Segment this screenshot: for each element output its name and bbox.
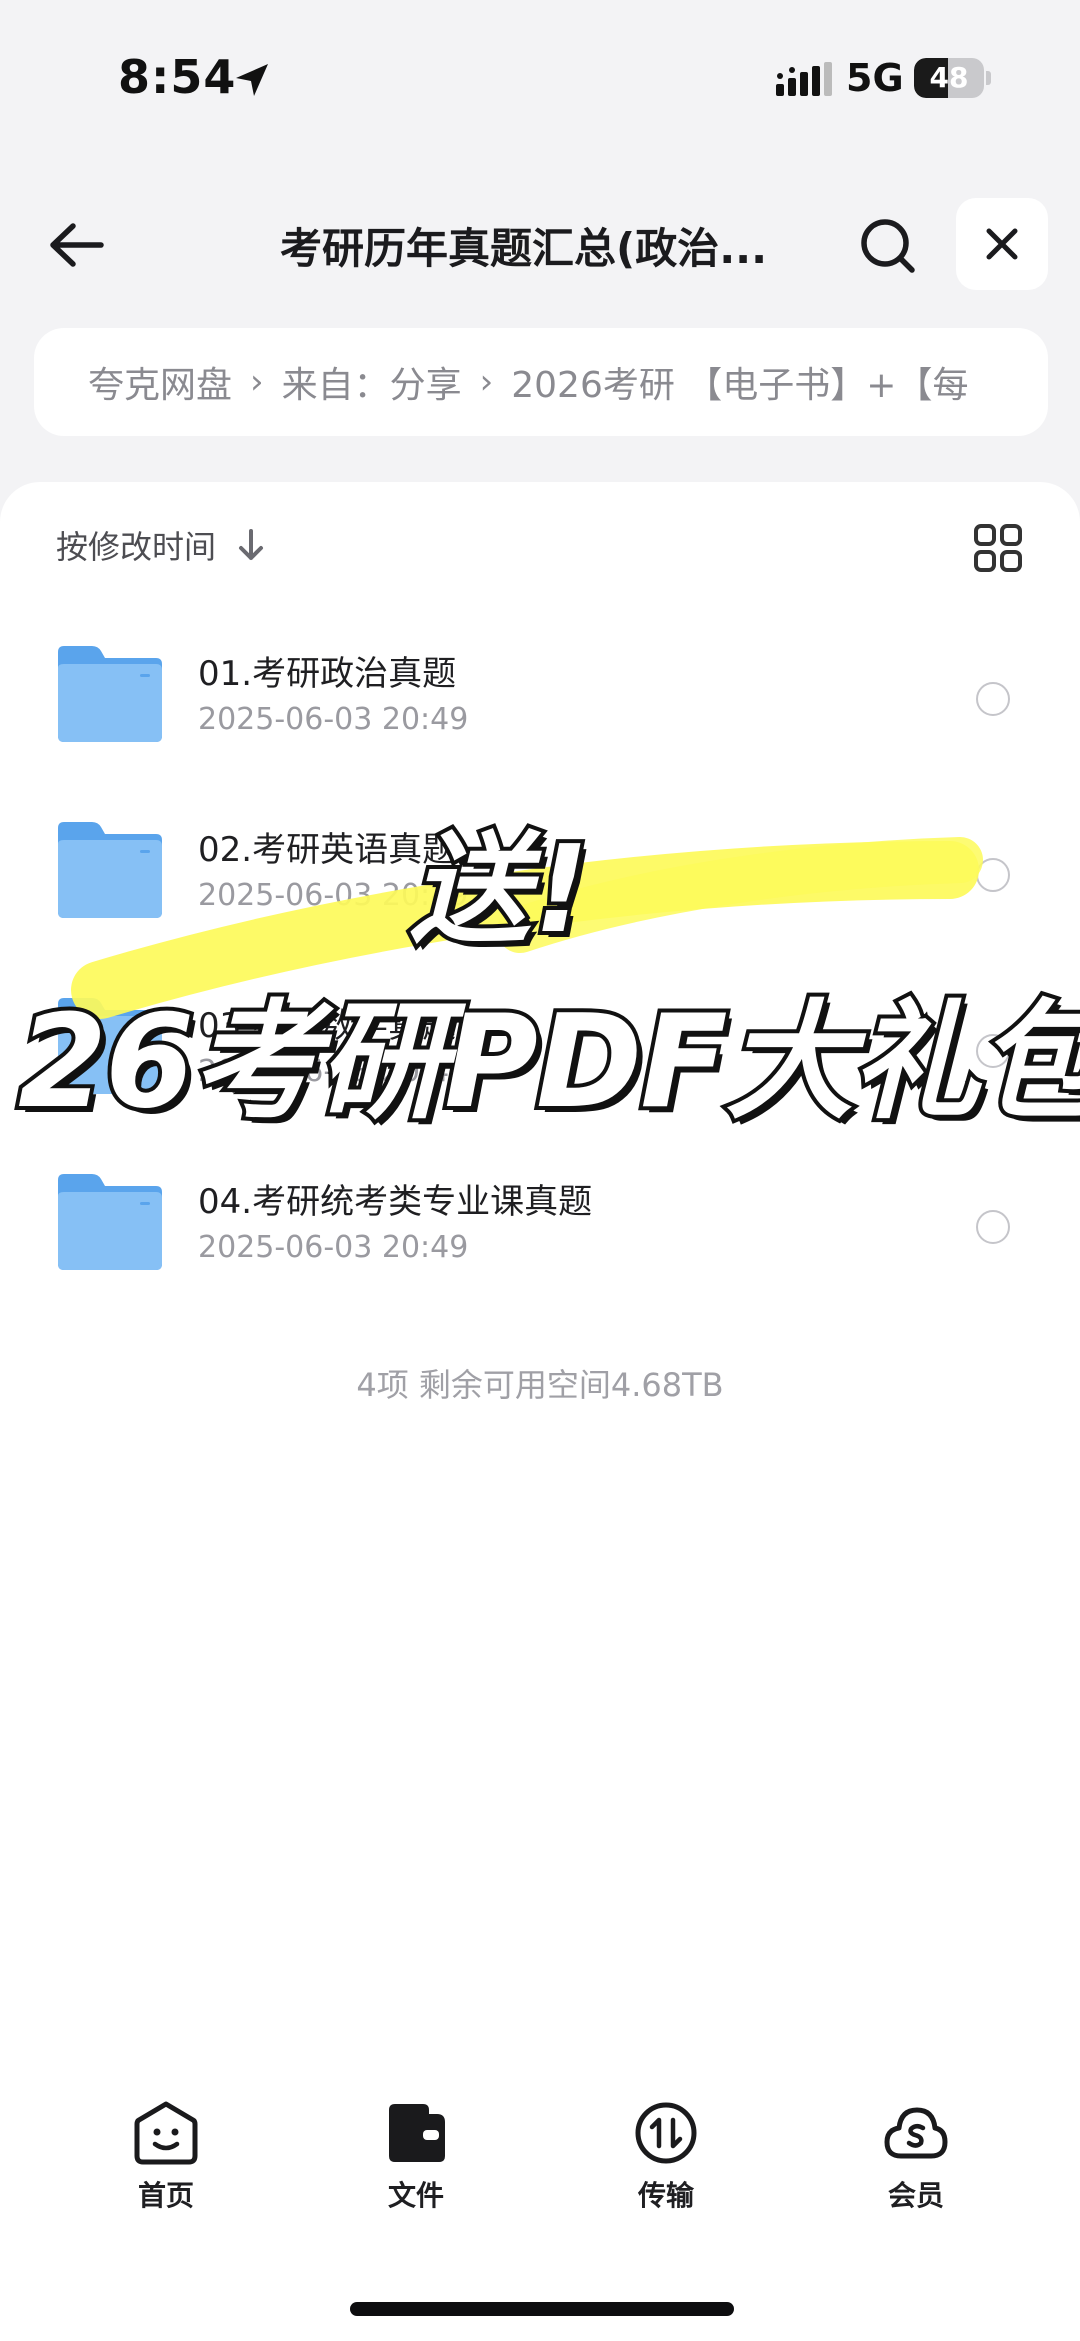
arrow-down-icon — [239, 529, 264, 560]
tab-label: 传输 — [637, 2179, 694, 2212]
file-list-panel: 按修改时间 01.考研政治真题 2025-06-03 20:49 02.考研英语… — [0, 482, 1080, 2341]
tab-transfer[interactable]: 传输 — [586, 2100, 746, 2240]
select-checkbox[interactable] — [976, 858, 1010, 892]
file-name: 01.考研政治真题 — [198, 654, 457, 694]
file-name: 04.考研统考类专业课真题 — [198, 1182, 593, 1222]
breadcrumb-item-current[interactable]: 2026考研 【电子书】+【每 — [511, 356, 968, 408]
tab-label: 会员 — [887, 2179, 944, 2212]
close-icon — [986, 228, 1018, 260]
chevron-right-icon: › — [479, 362, 494, 402]
breadcrumb-item-shared[interactable]: 来自：分享 — [282, 356, 462, 408]
file-name: 02.考研英语真题 — [198, 830, 457, 870]
chevron-right-icon: › — [250, 362, 264, 402]
arrow-left-icon — [50, 223, 104, 267]
select-checkbox[interactable] — [976, 682, 1010, 716]
tab-label: 首页 — [137, 2179, 194, 2212]
select-checkbox[interactable] — [976, 1034, 1010, 1068]
folder-icon — [58, 646, 162, 742]
sort-button[interactable]: 按修改时间 — [56, 522, 266, 568]
list-item[interactable]: 04.考研统考类专业课真题 2025-06-03 20:49 — [0, 1150, 1080, 1300]
sort-label: 按修改时间 — [56, 528, 217, 566]
file-date: 2025-06-03 20:49 — [198, 1230, 469, 1265]
storage-summary: 4项 剩余可用空间4.68TB — [356, 1366, 724, 1404]
page-title: 考研历年真题汇总(政治... — [280, 224, 768, 273]
home-face-icon — [134, 2101, 198, 2165]
tab-member[interactable]: 会员 — [836, 2100, 996, 2240]
tab-home[interactable]: 首页 — [86, 2100, 246, 2240]
transfer-icon — [635, 2102, 697, 2164]
location-arrow-icon — [236, 64, 268, 96]
folder-icon — [58, 822, 162, 918]
home-indicator — [350, 2302, 734, 2316]
file-date: 2025-06-03 20:49 — [198, 702, 469, 737]
member-cloud-icon — [884, 2107, 948, 2159]
battery-indicator: 48 — [914, 58, 991, 98]
tab-files[interactable]: 文件 — [336, 2100, 496, 2240]
cellular-signal-icon — [776, 62, 832, 96]
status-bar: 8:54 5G 48 — [0, 0, 1080, 160]
list-item[interactable]: 03.考研数学真题 2025-06-03 20:49 — [0, 974, 1080, 1124]
file-date: 2025-06-03 20:49 — [198, 878, 469, 913]
bottom-tab-bar: 首页 文件 传输 会员 — [0, 2100, 1080, 2240]
tab-label: 文件 — [387, 2179, 444, 2212]
network-label: 5G — [846, 56, 904, 100]
battery-level: 48 — [929, 61, 969, 94]
folder-icon — [58, 998, 162, 1094]
breadcrumb: 夸克网盘 › 来自：分享 › 2026考研 【电子书】+【每 — [34, 328, 1048, 436]
grid-view-icon[interactable] — [970, 520, 1026, 576]
breadcrumb-item-root[interactable]: 夸克网盘 — [88, 356, 232, 408]
search-icon — [861, 219, 915, 273]
status-time: 8:54 — [118, 50, 237, 104]
file-name: 03.考研数学真题 — [198, 1006, 457, 1046]
search-button[interactable] — [852, 210, 924, 282]
back-button[interactable] — [36, 210, 116, 280]
list-item[interactable]: 02.考研英语真题 2025-06-03 20:49 — [0, 798, 1080, 948]
file-date: 2025-06-03 20:49 — [198, 1054, 469, 1089]
folder-icon — [58, 1174, 162, 1270]
select-checkbox[interactable] — [976, 1210, 1010, 1244]
wallet-folder-icon — [389, 2104, 445, 2162]
close-button[interactable] — [956, 198, 1048, 290]
list-item[interactable]: 01.考研政治真题 2025-06-03 20:49 — [0, 622, 1080, 772]
